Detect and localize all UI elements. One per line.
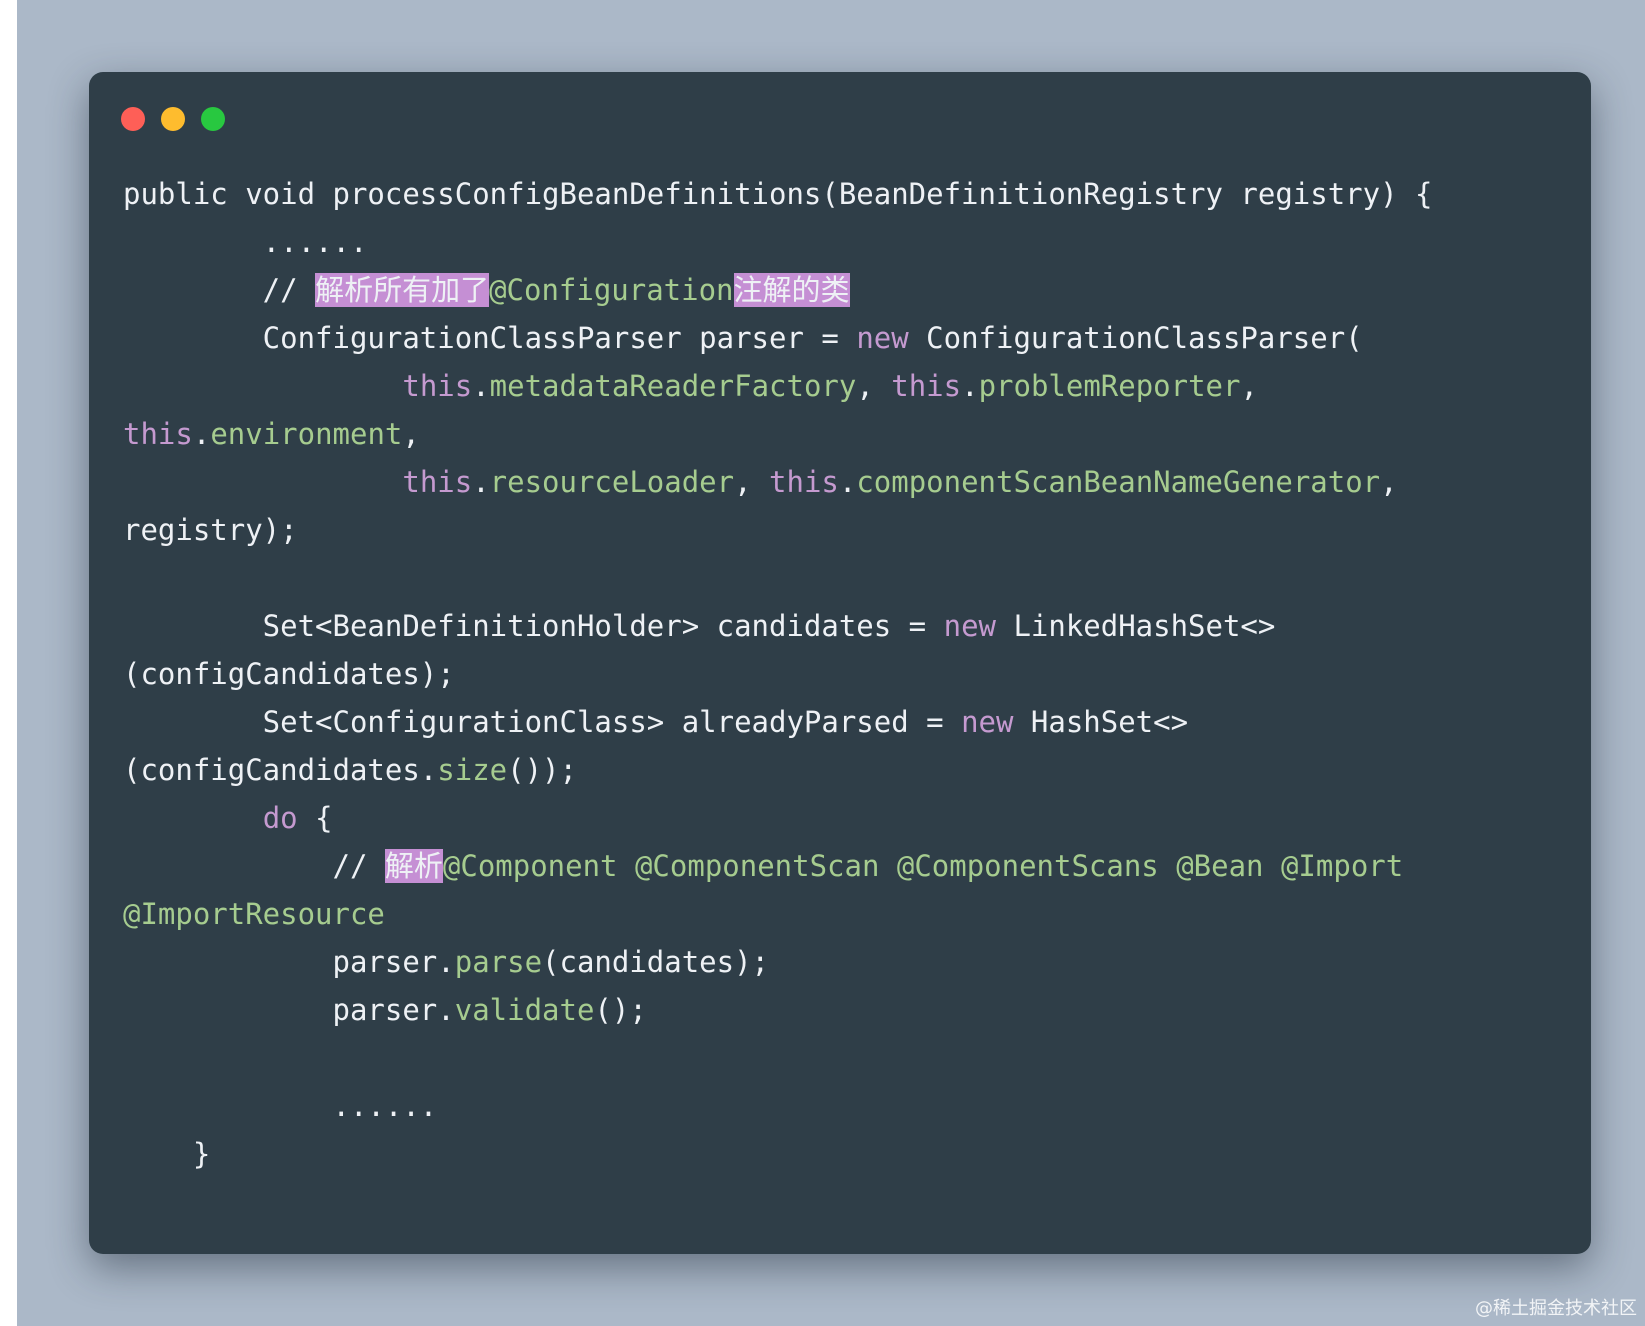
code-block: public void processConfigBeanDefinitions…: [123, 170, 1561, 1178]
method-name: parse: [454, 945, 543, 979]
code-text: registry);: [123, 513, 298, 547]
code-line: // 解析所有加了@Configuration注解的类: [123, 266, 1561, 314]
keyword: new: [943, 609, 996, 643]
code-window: public void processConfigBeanDefinitions…: [89, 72, 1591, 1254]
code-text: Set<ConfigurationClass> alreadyParsed =: [123, 705, 962, 739]
code-line: registry);: [123, 506, 1561, 554]
close-dot-icon[interactable]: [121, 107, 145, 131]
highlighted-comment: 注解的类: [733, 273, 850, 307]
code-text: ();: [594, 993, 647, 1027]
code-text: ......: [123, 225, 368, 259]
code-text: }: [123, 1137, 211, 1171]
code-line: Set<BeanDefinitionHolder> candidates = n…: [123, 602, 1561, 650]
code-text: ,: [1240, 369, 1258, 403]
code-line: parser.validate();: [123, 986, 1561, 1034]
comment-marker: //: [123, 849, 385, 883]
keyword: this: [769, 465, 839, 499]
code-text: ());: [507, 753, 577, 787]
code-text: ,: [856, 369, 892, 403]
code-text: ,: [1380, 465, 1398, 499]
code-line: this.resourceLoader, this.componentScanB…: [123, 458, 1561, 506]
code-text: parser.: [123, 945, 455, 979]
code-text: .: [192, 417, 211, 451]
highlighted-comment: 解析: [384, 849, 443, 883]
field-name: problemReporter: [978, 369, 1241, 403]
watermark: @稀土掘金技术社区: [1475, 1298, 1637, 1319]
keyword: this: [123, 417, 193, 451]
keyword: do: [262, 801, 298, 835]
code-line: this.metadataReaderFactory, this.problem…: [123, 362, 1561, 410]
code-text: ,: [734, 465, 770, 499]
code-text: Set<BeanDefinitionHolder> candidates =: [123, 609, 944, 643]
code-text: ConfigurationClassParser parser =: [123, 321, 857, 355]
code-line: ......: [123, 218, 1561, 266]
field-name: metadataReaderFactory: [489, 369, 857, 403]
code-line: do {: [123, 794, 1561, 842]
annotation-text: @Component @ComponentScan @ComponentScan…: [442, 849, 1404, 883]
annotation-text: @Configuration: [489, 273, 734, 307]
window-controls: [121, 107, 225, 131]
keyword: new: [961, 705, 1014, 739]
code-line: (configCandidates);: [123, 650, 1561, 698]
code-text: .: [961, 369, 979, 403]
code-text: .: [838, 465, 857, 499]
minimize-dot-icon[interactable]: [161, 107, 185, 131]
code-line: (configCandidates.size());: [123, 746, 1561, 794]
field-name: environment: [210, 417, 403, 451]
code-text: ,: [402, 417, 420, 451]
annotation-text: @ImportResource: [123, 897, 385, 931]
code-line: @ImportResource: [123, 890, 1561, 938]
code-text: LinkedHashSet<>: [996, 609, 1276, 643]
code-text: .: [472, 465, 490, 499]
code-text: ConfigurationClassParser(: [908, 321, 1363, 355]
code-line: Set<ConfigurationClass> alreadyParsed = …: [123, 698, 1561, 746]
code-text: {: [297, 801, 333, 835]
code-line: }: [123, 1130, 1561, 1178]
code-text: parser.: [123, 993, 455, 1027]
code-text: public void processConfigBeanDefinitions…: [123, 177, 1433, 211]
method-name: size: [437, 753, 508, 787]
keyword: this: [402, 465, 473, 499]
keyword: new: [856, 321, 909, 355]
code-text: (configCandidates);: [123, 657, 455, 691]
field-name: resourceLoader: [489, 465, 735, 499]
comment-marker: //: [123, 273, 316, 307]
code-text: ......: [123, 1089, 438, 1123]
field-name: componentScanBeanNameGenerator: [856, 465, 1381, 499]
code-text: .: [472, 369, 490, 403]
code-line: parser.parse(candidates);: [123, 938, 1561, 986]
highlighted-comment: 解析所有加了: [315, 273, 490, 307]
code-line: // 解析@Component @ComponentScan @Componen…: [123, 842, 1561, 890]
code-text: (candidates);: [542, 945, 770, 979]
code-line: ......: [123, 1082, 1561, 1130]
code-text: HashSet<>: [1013, 705, 1189, 739]
method-name: validate: [454, 993, 595, 1027]
maximize-dot-icon[interactable]: [201, 107, 225, 131]
code-line: ConfigurationClassParser parser = new Co…: [123, 314, 1561, 362]
keyword: this: [891, 369, 962, 403]
code-line: this.environment,: [123, 410, 1561, 458]
keyword: this: [402, 369, 473, 403]
code-text: (configCandidates.: [123, 753, 438, 787]
code-line: public void processConfigBeanDefinitions…: [123, 170, 1561, 218]
